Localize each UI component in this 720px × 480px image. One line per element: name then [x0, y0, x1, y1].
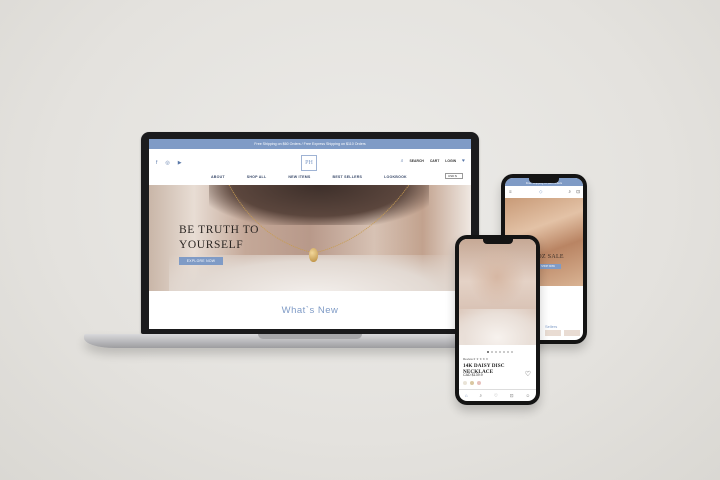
color-swatch[interactable] [463, 381, 467, 385]
cart-icon[interactable]: ⊡ [510, 393, 514, 399]
main-nav: ABOUT SHOP ALL NEW ITEMS BEST SELLERS LO… [211, 175, 407, 179]
product-image-skin [469, 247, 525, 307]
carousel-dots [487, 351, 513, 353]
hero-title: BE TRUTH TO YOURSELF [179, 223, 259, 253]
search-icon[interactable]: ⌕ [568, 189, 571, 194]
rating-stars: ★★★★★ [473, 357, 489, 361]
user-icon[interactable]: ☺ [525, 393, 530, 398]
site-header: f ◎ ▶ PH ⌕ SEARCH CART LOGIN ♥ ABOUT SHO… [149, 149, 471, 185]
nav-about[interactable]: ABOUT [211, 175, 225, 179]
phone-front-screen: Review ★★★★★ 14K DAISY DISC NECKLACE CAD… [459, 239, 536, 401]
cart-icon[interactable]: ⊡ [576, 189, 580, 195]
phone-front-device: Review ★★★★★ 14K DAISY DISC NECKLACE CAD… [455, 235, 540, 405]
nav-best-sellers[interactable]: BEST SELLERS [333, 175, 363, 179]
search-link[interactable]: SEARCH [410, 159, 424, 163]
review-label[interactable]: Review [463, 357, 473, 361]
hero-banner: BE TRUTH TO YOURSELF EXPLORE NOW [149, 185, 471, 291]
necklace-pendant [309, 248, 318, 262]
best-sellers-thumbs [545, 330, 580, 336]
carousel-dot[interactable] [499, 351, 501, 353]
youtube-icon[interactable]: ▶ [178, 160, 182, 166]
carousel-dot[interactable] [511, 351, 513, 353]
product-thumb[interactable] [564, 330, 580, 336]
product-price: CAD $139.9 [463, 373, 483, 377]
nav-new-items[interactable]: NEW ITEMS [288, 175, 310, 179]
heart-icon[interactable]: ♥ [462, 158, 465, 164]
phone-header: ≡ ◇ ⌕ ⊡ [505, 186, 583, 198]
nav-shop-all[interactable]: SHOP ALL [247, 175, 267, 179]
heart-icon[interactable]: ♡ [494, 393, 498, 399]
instagram-icon[interactable]: ◎ [165, 160, 169, 166]
hero-title-line1: BE TRUTH TO [179, 224, 260, 236]
product-thumb[interactable] [545, 330, 561, 336]
best-sellers-heading: Sellers [545, 324, 558, 329]
social-links: f ◎ ▶ [156, 160, 182, 166]
product-image[interactable] [459, 239, 536, 345]
site-logo[interactable]: PH [301, 155, 317, 171]
laptop-screen: Free Shipping on $60 Orders / Free Expre… [149, 139, 471, 329]
color-swatches [463, 381, 481, 385]
laptop-notch [258, 334, 362, 339]
header-utilities: ⌕ SEARCH CART LOGIN ♥ [401, 158, 465, 164]
bottom-tab-bar: ⌂ ⌕ ♡ ⊡ ☺ [459, 389, 536, 401]
announcement-bar: Free Shipping on $60 Orders / Free Expre… [149, 139, 471, 149]
carousel-dot[interactable] [491, 351, 493, 353]
home-icon[interactable]: ⌂ [465, 393, 468, 398]
carousel-dot[interactable] [495, 351, 497, 353]
phone-notch [529, 178, 559, 183]
carousel-dot[interactable] [487, 351, 489, 353]
menu-icon[interactable]: ≡ [509, 189, 512, 194]
product-image-ruffle [459, 309, 536, 345]
phone-notch [482, 239, 513, 244]
whats-new-heading: What`s New [281, 304, 339, 316]
hero-title-line2: YOURSELF [179, 239, 244, 251]
phone-logo-icon[interactable]: ◇ [539, 189, 542, 195]
cart-link[interactable]: CART [430, 159, 439, 163]
nav-lookbook[interactable]: LOOKBOOK [384, 175, 407, 179]
carousel-dot[interactable] [503, 351, 505, 353]
carousel-dot[interactable] [507, 351, 509, 353]
search-icon[interactable]: ⌕ [401, 158, 404, 164]
facebook-icon[interactable]: f [156, 160, 157, 166]
search-icon[interactable]: ⌕ [480, 393, 483, 398]
color-swatch[interactable] [477, 381, 481, 385]
currency-select[interactable]: USD $ [445, 173, 463, 179]
explore-now-button[interactable]: EXPLORE NOW [179, 257, 223, 265]
color-swatch[interactable] [470, 381, 474, 385]
heart-icon[interactable]: ♡ [525, 370, 531, 378]
login-link[interactable]: LOGIN [445, 159, 456, 163]
